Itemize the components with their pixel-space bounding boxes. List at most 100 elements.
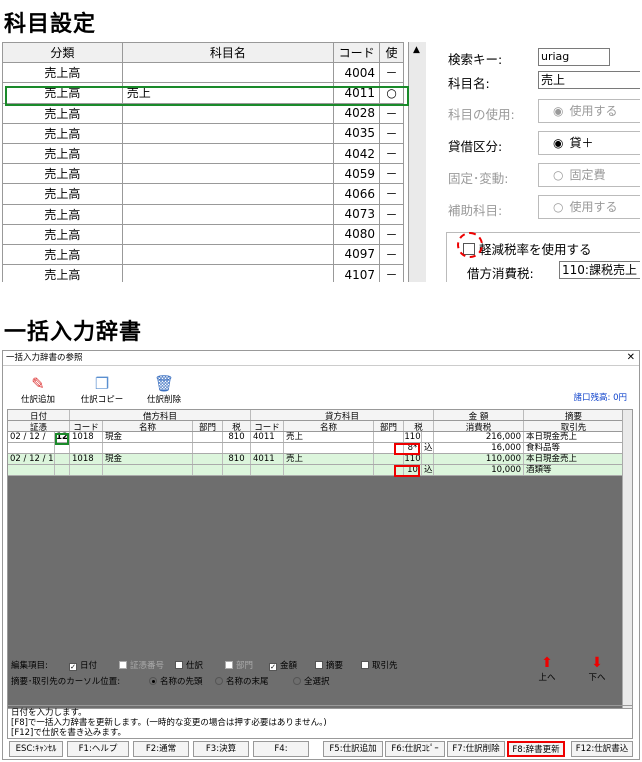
table-row[interactable]: 売上高 4035 － [2,122,426,144]
karikata-select[interactable]: 110:課税売上 [559,261,640,279]
table-row[interactable]: 売上高 4004 － [2,62,426,84]
edit-item-5[interactable]: 摘要 [315,659,343,671]
fkey-button-0[interactable]: ESC:ｷｬﾝｾﾙ [9,741,63,757]
cell-cdept[interactable] [374,454,404,464]
col-header-name[interactable]: 科目名 [121,42,335,64]
journal-row[interactable]: 10 込 10,000 酒類等 [8,465,624,476]
cell-amount[interactable]: 10,000 [434,465,524,475]
cell-dtax[interactable] [223,465,251,475]
col-header-use[interactable]: 使 [379,42,405,64]
cursor-opt-end[interactable]: 名称の末尾 [215,675,269,687]
edit-item-0[interactable]: ✓ 日付 [69,659,97,671]
cell-amount[interactable]: 110,000 [434,454,524,464]
fkey-button-5[interactable]: F5:仕訳追加 [323,741,383,757]
cell-ccode[interactable] [251,443,284,453]
delete-entry-button[interactable]: 🗑 仕訳削除 [139,375,189,406]
cell-ccode[interactable]: 4011 [251,432,284,442]
cell-dcode[interactable] [70,465,103,475]
cell-dname[interactable]: 現金 [103,432,193,442]
cell-dtax[interactable]: 810 [223,454,251,464]
cell-cname[interactable] [284,443,374,453]
fkey-button-3[interactable]: F3:決算 [193,741,249,757]
cell-incl[interactable]: 込 [422,443,434,453]
table-scrollbar[interactable]: ▲ [408,42,426,282]
cell-dname[interactable] [103,443,193,453]
cell-dcode[interactable]: 1018 [70,454,103,464]
cell-name [121,102,335,124]
cursor-opt-start[interactable]: 名称の先頭 [149,675,203,687]
cell-dcode[interactable]: 1018 [70,432,103,442]
edit-item-6[interactable]: 取引先 [361,659,398,671]
fkey-button-1[interactable]: F1:ヘルプ [67,741,129,757]
cursor-opt-all[interactable]: 全選択 [293,675,330,687]
edit-item-4[interactable]: ✓ 金額 [269,659,297,671]
fkey-button-6[interactable]: F6:仕訳ｺﾋﾟｰ [385,741,445,757]
table-row[interactable]: 売上高 4073 － [2,203,426,225]
kamoku-name-input[interactable]: 売上 [538,71,640,89]
cell-day[interactable] [55,454,70,464]
journal-row[interactable]: 8* 込 16,000 食料品等 [8,443,624,454]
cell-incl[interactable] [422,432,434,442]
table-row[interactable]: 売上高 4107 － [2,264,426,282]
cell-summary[interactable]: 本日現金売上 [524,454,624,464]
table-row[interactable]: 売上高 4066 － [2,183,426,205]
table-row[interactable]: 売上高 4059 － [2,163,426,185]
close-icon[interactable]: ✕ [627,351,635,365]
cell-day[interactable] [55,465,70,475]
cell-dcode[interactable] [70,443,103,453]
table-row[interactable]: 売上高 4080 － [2,223,426,245]
cell-ccode[interactable] [251,465,284,475]
cell-code: 4035 [333,122,381,144]
cell-ccode[interactable]: 4011 [251,454,284,464]
cell-ddept[interactable] [193,432,223,442]
cell-incl[interactable] [422,454,434,464]
taishaku-radio[interactable]: ◉ 貸＋ [538,131,640,155]
cell-ddept[interactable] [193,443,223,453]
cell-ctax[interactable]: 110 [404,432,422,442]
edit-item-2[interactable]: 仕訳 [175,659,203,671]
copy-entry-button[interactable]: ❐ 仕訳コピー [77,375,127,406]
fkey-button-9[interactable]: F12:仕訳書込 [571,741,633,757]
edit-item-3: 部門 [225,659,253,671]
cell-dtax[interactable]: 810 [223,432,251,442]
cell-date[interactable] [8,443,55,453]
cell-cat: 売上高 [2,163,123,185]
cell-cname[interactable]: 売上 [284,454,374,464]
table-row[interactable]: 売上高 4042 － [2,142,426,165]
col-header-category[interactable]: 分類 [2,42,123,64]
cell-cname[interactable] [284,465,374,475]
add-entry-button[interactable]: ✎ 仕訳追加 [13,375,63,406]
journal-row[interactable]: 02 / 12 /12 1018 現金 810 4011 売上 110 216,000 本日現金… [8,432,624,443]
table-row[interactable]: 売上高 4028 － [2,102,426,124]
move-down-button[interactable]: ⬇ 下へ [585,655,609,683]
cell-dname[interactable]: 現金 [103,454,193,464]
grid-scrollbar[interactable] [622,410,632,708]
cell-ctax[interactable]: 110 [404,454,422,464]
fkey-button-4[interactable]: F4: [253,741,309,757]
journal-row[interactable]: 02 / 12 / 16 1018 現金 810 4011 売上 110 110,000 本日現… [8,454,624,465]
cell-summary[interactable]: 食料品等 [524,443,624,453]
scroll-up-icon[interactable]: ▲ [413,45,420,55]
cell-amount[interactable]: 216,000 [434,432,524,442]
cell-date[interactable] [8,465,55,475]
cell-incl[interactable]: 込 [422,465,434,475]
cell-date[interactable]: 02 / 12 / [8,432,55,442]
cell-ddept[interactable] [193,465,223,475]
cell-amount[interactable]: 16,000 [434,443,524,453]
cell-summary[interactable]: 本日現金売上 [524,432,624,442]
cell-ddept[interactable] [193,454,223,464]
fkey-button-2[interactable]: F2:通常 [133,741,189,757]
cell-cdept[interactable] [374,432,404,442]
cell-name [121,142,335,165]
fkey-button-8[interactable]: F8:辞書更新 [507,741,565,757]
cell-summary[interactable]: 酒類等 [524,465,624,475]
move-up-button[interactable]: ⬆ 上へ [535,655,559,683]
cell-cname[interactable]: 売上 [284,432,374,442]
cell-dtax[interactable] [223,443,251,453]
cell-dname[interactable] [103,465,193,475]
search-key-input[interactable]: uriag [538,48,610,66]
table-row[interactable]: 売上高 4097 － [2,243,426,266]
cell-date[interactable]: 02 / 12 / 16 [8,454,55,464]
fkey-button-7[interactable]: F7:仕訳削除 [447,741,505,757]
col-header-code[interactable]: コード [333,42,381,64]
